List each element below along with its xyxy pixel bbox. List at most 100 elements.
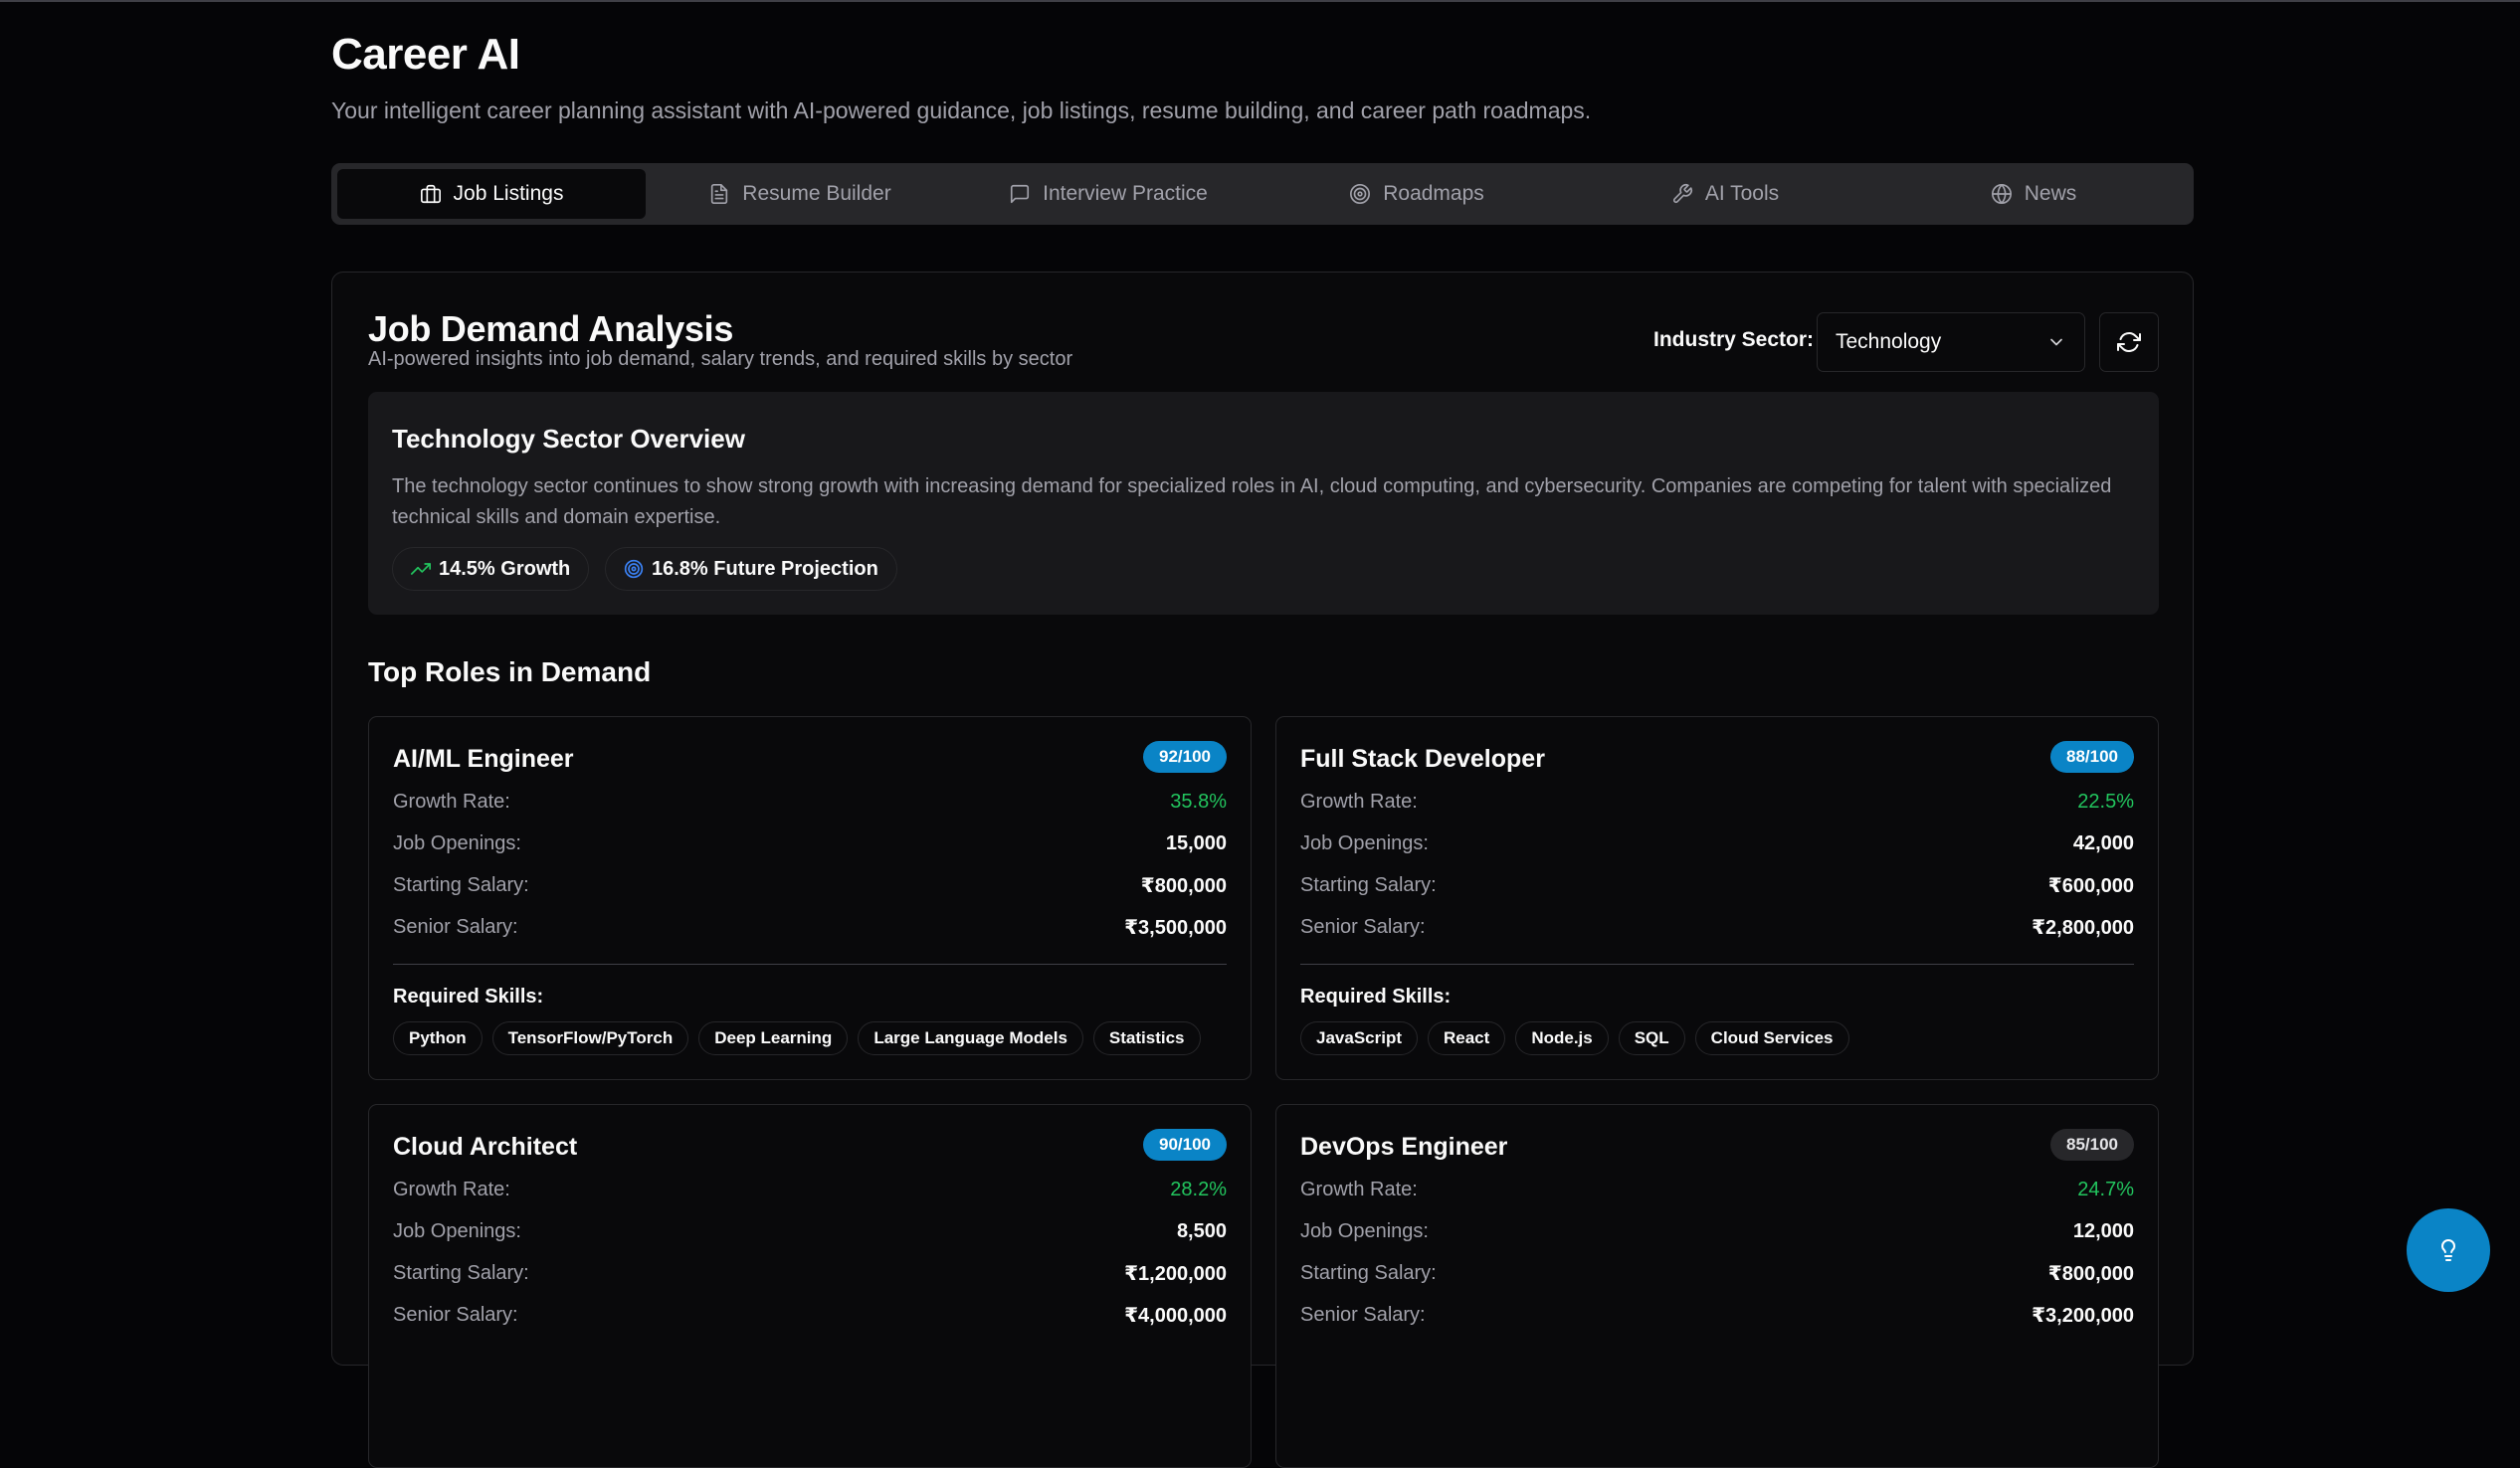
row-value: ₹800,000 bbox=[1140, 874, 1227, 897]
row-value: ₹3,200,000 bbox=[2032, 1304, 2134, 1327]
row-value: ₹1,200,000 bbox=[1124, 1262, 1227, 1285]
tab-ai-tools[interactable]: AI Tools bbox=[1571, 169, 1879, 219]
selected-sector: Technology bbox=[1836, 330, 1942, 353]
role-card: Full Stack Developer 88/100 Growth Rate:… bbox=[1275, 716, 2159, 1080]
skill-tag: TensorFlow/PyTorch bbox=[491, 1021, 689, 1055]
growth-rate-row: Growth Rate: 24.7% bbox=[1300, 1175, 2134, 1204]
tab-roadmaps[interactable]: Roadmaps bbox=[1262, 169, 1571, 219]
tab-label: Roadmaps bbox=[1383, 182, 1484, 205]
row-value: 22.5% bbox=[2077, 790, 2134, 813]
target-icon bbox=[624, 559, 644, 579]
row-value: 28.2% bbox=[1170, 1178, 1227, 1200]
app-title: Career AI bbox=[331, 30, 520, 79]
row-label: Starting Salary: bbox=[1300, 1261, 1437, 1284]
senior-salary-row: Senior Salary: ₹4,000,000 bbox=[393, 1300, 1227, 1330]
lightbulb-icon bbox=[2441, 1239, 2455, 1261]
row-label: Senior Salary: bbox=[1300, 1303, 1426, 1326]
skill-tag: Statistics bbox=[1092, 1021, 1201, 1055]
file-text-icon bbox=[711, 184, 728, 204]
tab-resume-builder[interactable]: Resume Builder bbox=[646, 169, 954, 219]
row-value: 42,000 bbox=[2072, 831, 2134, 854]
tab-label: Job Listings bbox=[453, 182, 564, 205]
wrench-icon bbox=[1672, 184, 1692, 204]
section-title: Job Demand Analysis bbox=[368, 308, 734, 349]
row-label: Starting Salary: bbox=[1300, 873, 1437, 896]
row-value: 12,000 bbox=[2072, 1219, 2134, 1242]
tab-label: News bbox=[2024, 182, 2077, 205]
projection-value: 16.8% Future Projection bbox=[652, 557, 878, 580]
row-value: ₹600,000 bbox=[2047, 874, 2134, 897]
role-name: Cloud Architect bbox=[393, 1133, 578, 1161]
growth-pill: 14.5% Growth bbox=[392, 547, 590, 591]
chevron-down-icon bbox=[2050, 338, 2062, 346]
growth-value: 14.5% Growth bbox=[439, 557, 571, 580]
row-label: Growth Rate: bbox=[1300, 790, 1418, 813]
divider bbox=[1300, 964, 2134, 965]
overview-title: Technology Sector Overview bbox=[392, 424, 745, 454]
row-value: 35.8% bbox=[1170, 790, 1227, 813]
tab-label: Interview Practice bbox=[1043, 182, 1208, 205]
demand-score-badge: 85/100 bbox=[2050, 1129, 2134, 1161]
row-label: Growth Rate: bbox=[1300, 1178, 1418, 1200]
row-label: Job Openings: bbox=[393, 831, 521, 854]
briefcase-icon bbox=[420, 184, 441, 204]
role-card: AI/ML Engineer 92/100 Growth Rate: 35.8% … bbox=[368, 716, 1252, 1080]
overview-text: The technology sector continues to show … bbox=[392, 475, 2112, 528]
job-demand-card: Job Demand Analysis AI-powered insights … bbox=[331, 272, 2194, 1468]
row-value: 8,500 bbox=[1176, 1219, 1227, 1242]
refresh-button[interactable] bbox=[2099, 312, 2159, 372]
skill-tag: React bbox=[1428, 1021, 1506, 1055]
starting-salary-row: Starting Salary: ₹1,200,000 bbox=[393, 1258, 1227, 1288]
skill-tag: Python bbox=[393, 1021, 483, 1055]
divider bbox=[393, 964, 1227, 965]
section-subtitle: AI-powered insights into job demand, sal… bbox=[368, 348, 1073, 370]
growth-rate-row: Growth Rate: 22.5% bbox=[1300, 787, 2134, 817]
skills-heading: Required Skills: bbox=[393, 986, 544, 1008]
role-card: DevOps Engineer 85/100 Growth Rate: 24.7%… bbox=[1275, 1104, 2159, 1468]
target-icon bbox=[1350, 184, 1371, 204]
skill-tag: JavaScript bbox=[1300, 1021, 1418, 1055]
tab-label: AI Tools bbox=[1704, 182, 1780, 205]
row-label: Job Openings: bbox=[1300, 1219, 1429, 1242]
industry-sector-label: Industry Sector: bbox=[1653, 328, 1815, 351]
row-value: 15,000 bbox=[1165, 831, 1227, 854]
role-name: AI/ML Engineer bbox=[393, 745, 574, 773]
row-value: ₹2,800,000 bbox=[2032, 916, 2134, 939]
main-tabs: Job Listings Resume Builder Interview Pr… bbox=[331, 163, 2194, 225]
row-value: ₹800,000 bbox=[2047, 1262, 2134, 1285]
globe-icon bbox=[1991, 184, 2012, 204]
skill-tag: Node.js bbox=[1515, 1021, 1609, 1055]
starting-salary-row: Starting Salary: ₹600,000 bbox=[1300, 870, 2134, 900]
ai-tips-button[interactable] bbox=[2407, 1208, 2490, 1292]
job-openings-row: Job Openings: 15,000 bbox=[393, 828, 1227, 858]
row-value: 24.7% bbox=[2077, 1178, 2134, 1200]
row-label: Senior Salary: bbox=[393, 915, 518, 938]
demand-score-badge: 88/100 bbox=[2050, 741, 2134, 773]
job-openings-row: Job Openings: 12,000 bbox=[1300, 1216, 2134, 1246]
roles-heading: Top Roles in Demand bbox=[368, 656, 652, 687]
starting-salary-row: Starting Salary: ₹800,000 bbox=[1300, 1258, 2134, 1288]
senior-salary-row: Senior Salary: ₹3,500,000 bbox=[393, 912, 1227, 942]
message-square-icon bbox=[1011, 184, 1030, 204]
trending-up-icon bbox=[411, 563, 431, 575]
growth-rate-row: Growth Rate: 28.2% bbox=[393, 1175, 1227, 1204]
skill-tag: Large Language Models bbox=[858, 1021, 1083, 1055]
skill-tag: SQL bbox=[1618, 1021, 1685, 1055]
job-openings-row: Job Openings: 8,500 bbox=[393, 1216, 1227, 1246]
row-label: Job Openings: bbox=[1300, 831, 1429, 854]
tab-job-listings[interactable]: Job Listings bbox=[337, 169, 646, 219]
tab-news[interactable]: News bbox=[1879, 169, 2188, 219]
tab-interview-practice[interactable]: Interview Practice bbox=[954, 169, 1262, 219]
growth-rate-row: Growth Rate: 35.8% bbox=[393, 787, 1227, 817]
demand-score-badge: 90/100 bbox=[1143, 1129, 1227, 1161]
skill-tag: Cloud Services bbox=[1694, 1021, 1849, 1055]
role-name: DevOps Engineer bbox=[1300, 1133, 1508, 1161]
projection-pill: 16.8% Future Projection bbox=[605, 547, 897, 591]
senior-salary-row: Senior Salary: ₹3,200,000 bbox=[1300, 1300, 2134, 1330]
industry-sector-select[interactable]: Technology bbox=[1817, 312, 2085, 372]
skills-heading: Required Skills: bbox=[1300, 986, 1452, 1008]
tab-label: Resume Builder bbox=[742, 182, 891, 205]
sector-overview: Technology Sector Overview The technolog… bbox=[368, 392, 2159, 615]
row-label: Growth Rate: bbox=[393, 790, 510, 813]
refresh-icon bbox=[2117, 332, 2141, 352]
